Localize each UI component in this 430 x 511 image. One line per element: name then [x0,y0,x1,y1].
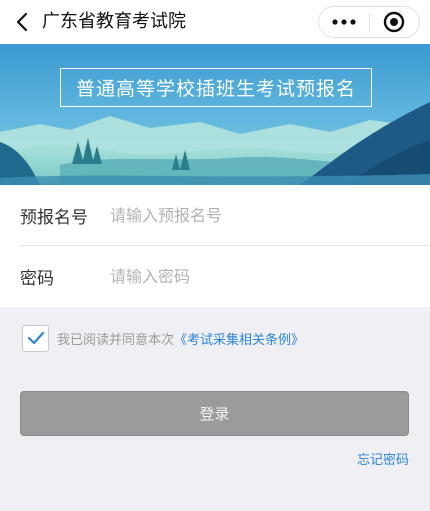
page-title: 广东省教育考试院 [42,11,186,32]
banner-title: 普通高等学校插班生考试预报名 [75,78,356,100]
password-label: 密码 [20,269,54,289]
agreement-checkbox[interactable] [22,324,49,352]
reg-no-input[interactable] [110,195,410,236]
banner-landscape [0,44,430,185]
navigation-bar: 广东省教育考试院 [0,0,430,44]
forgot-password-link[interactable]: 忘记密码 [357,449,409,468]
more-button[interactable] [319,7,369,37]
password-row: 密码 [0,246,430,307]
more-dots-icon [332,19,356,25]
login-button[interactable]: 登录 [20,391,409,436]
target-close-icon [384,11,405,33]
close-button[interactable] [369,7,419,37]
reg-no-label: 预报名号 [20,208,88,228]
menu-capsule [318,6,420,38]
checkmark-icon [27,331,44,345]
banner: 普通高等学校插班生考试预报名 [0,44,430,185]
banner-title-frame: 普通高等学校插班生考试预报名 [60,68,372,107]
reg-no-row: 预报名号 [0,185,430,246]
agreement-text: 我已阅读并同意本次 [57,332,175,348]
password-input[interactable] [110,256,410,297]
login-button-label: 登录 [199,405,230,423]
login-form: 预报名号 密码 [0,185,430,307]
back-button[interactable] [6,6,38,38]
back-arrow-icon [16,12,28,32]
agreement-row: 我已阅读并同意本次 《考试采集相关条例》 [22,324,304,352]
agreement-link[interactable]: 《考试采集相关条例》 [174,329,304,348]
